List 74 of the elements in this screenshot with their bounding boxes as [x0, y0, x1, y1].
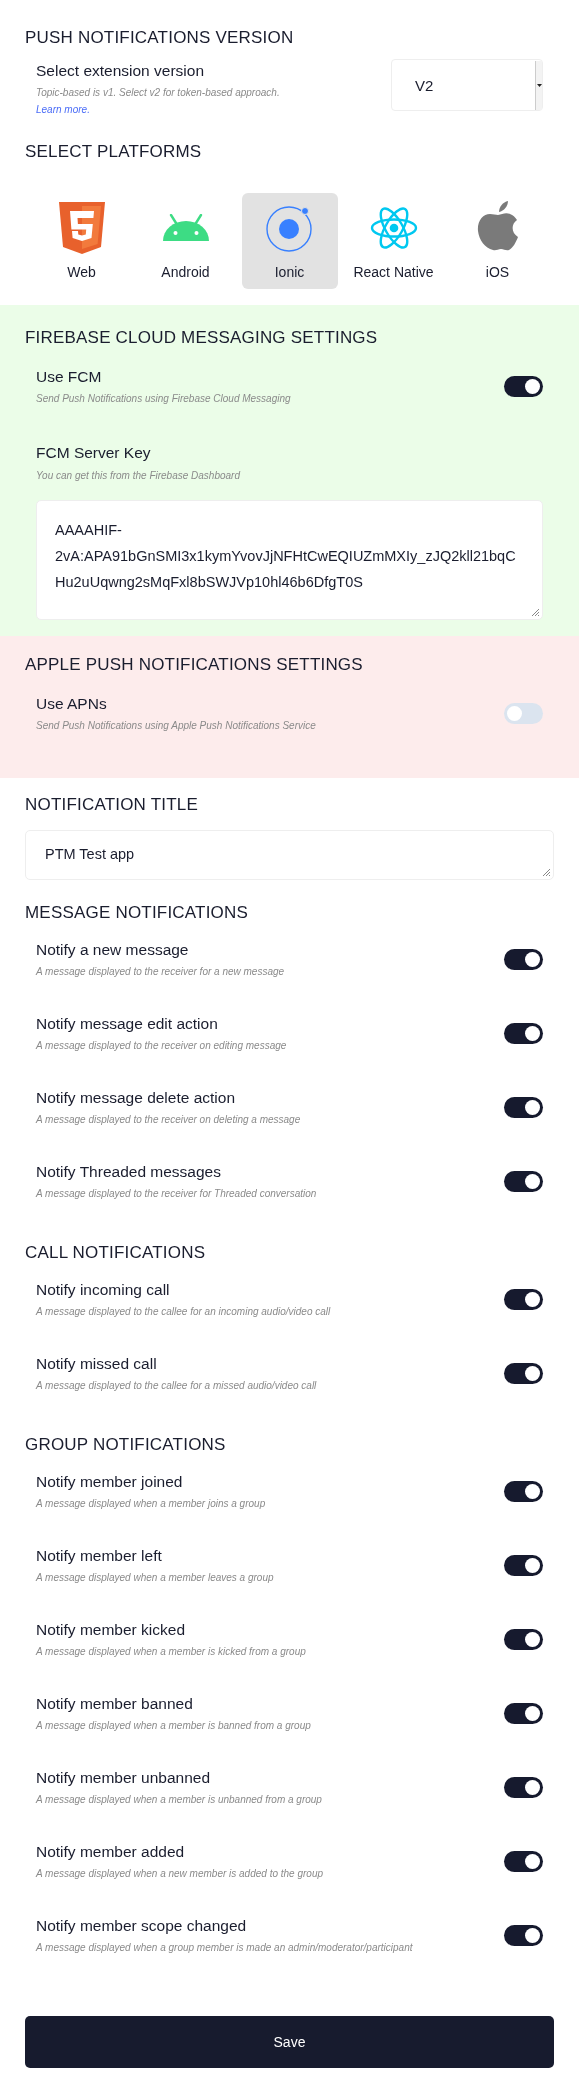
setting-hint: Send Push Notifications using Firebase Cloud Messaging [36, 392, 292, 405]
learn-more-link[interactable]: Learn more. [36, 104, 90, 115]
setting-label: Notify member banned [36, 1694, 194, 1714]
toggle-switch[interactable] [504, 1362, 543, 1384]
toggle-switch[interactable] [504, 948, 543, 970]
setting-hint: A message displayed to the receiver for Threaded conversation [36, 1187, 318, 1200]
section-heading: GROUP NOTIFICATIONS [25, 1434, 227, 1456]
setting-hint: A message displayed when a member is kicked from a group [36, 1645, 307, 1658]
toggle-switch[interactable] [504, 1022, 543, 1044]
toggle-switch[interactable] [504, 1850, 543, 1872]
setting-label: Select extension version [36, 61, 205, 81]
title-field[interactable]: PTM Test app [25, 830, 554, 880]
section-heading: SELECT PLATFORMS [25, 141, 203, 163]
atom-icon [368, 206, 419, 250]
toggle-switch[interactable] [504, 375, 543, 397]
toggle-switch[interactable] [504, 1170, 543, 1192]
save-button[interactable]: Save [25, 2016, 554, 2068]
toggle-switch[interactable] [504, 1628, 543, 1650]
setting-hint: A message displayed to the callee for a missed audio/video call [36, 1379, 318, 1392]
setting-hint: A message displayed when a member joins a group [36, 1497, 267, 1510]
setting-label: Notify message delete action [36, 1088, 237, 1108]
caret-icon [536, 83, 542, 87]
field-hint: You can get this from the Firebase Dashboard [36, 469, 242, 482]
setting-hint: A message displayed when a member is banned from a group [36, 1719, 312, 1732]
toggle-switch[interactable] [504, 1554, 543, 1576]
toggle-switch[interactable] [504, 1288, 543, 1310]
setting-label: Notify member added [36, 1842, 186, 1862]
setting-label: Notify member kicked [36, 1620, 186, 1640]
setting-hint: Topic-based is v1. Select v2 for token-based approach. [36, 86, 281, 99]
setting-hint: A message displayed to the callee for an incoming audio/video call [36, 1305, 332, 1318]
setting-label: Use FCM [36, 367, 103, 387]
resize-handle-icon[interactable] [542, 868, 551, 877]
toggle-switch[interactable] [504, 1702, 543, 1724]
setting-label: Notify Threaded messages [36, 1162, 222, 1182]
platform-tile[interactable]: Android [137, 193, 234, 289]
setting-label: Notify a new message [36, 940, 190, 960]
setting-hint: A message displayed when a new member is added to the group [36, 1867, 325, 1880]
platform-tile[interactable]: Ionic [241, 193, 338, 289]
server-key-field[interactable]: AAAAHIF-2vA:APA91bGnSMI3x1kymYvovJjNFHtCwEQIUZmMXIy_zJQ2kll21bqCHu2uUqwng2sMqFxl8bSWJVp10hl46b6DfgT0S [36, 500, 543, 620]
version-select[interactable]: V2 [391, 59, 543, 111]
setting-hint: A message displayed when a member is unbanned from a group [36, 1793, 323, 1806]
section-heading: FIREBASE CLOUD MESSAGING SETTINGS [25, 327, 379, 349]
section-heading: MESSAGE NOTIFICATIONS [25, 902, 250, 924]
section-heading: APPLE PUSH NOTIFICATIONS SETTINGS [25, 654, 364, 676]
setting-hint: A message displayed when a group member is made an admin/moderator/participant [36, 1941, 414, 1954]
section-heading: PUSH NOTIFICATIONS VERSION [25, 27, 295, 49]
platform-tile[interactable]: React Native [345, 193, 442, 289]
toggle-switch[interactable] [504, 1776, 543, 1798]
toggle-switch[interactable] [504, 702, 543, 724]
toggle-switch[interactable] [504, 1480, 543, 1502]
platform-tile[interactable]: Web [33, 193, 130, 289]
toggle-switch[interactable] [504, 1096, 543, 1118]
setting-label: Notify incoming call [36, 1280, 171, 1300]
setting-hint: Send Push Notifications using Apple Push Notifications Service [36, 719, 317, 732]
section-heading: CALL NOTIFICATIONS [25, 1242, 207, 1264]
setting-label: Notify member left [36, 1546, 163, 1566]
setting-label: Use APNs [36, 694, 108, 714]
setting-label: Notify member unbanned [36, 1768, 212, 1788]
resize-handle-icon[interactable] [531, 608, 540, 617]
setting-label: Notify message edit action [36, 1014, 219, 1034]
toggle-switch[interactable] [504, 1924, 543, 1946]
setting-hint: A message displayed to the receiver on deleting a message [36, 1113, 302, 1126]
setting-hint: A message displayed to the receiver on editing message [36, 1039, 288, 1052]
section-heading: NOTIFICATION TITLE [25, 794, 199, 816]
ionic-icon [264, 203, 315, 253]
setting-hint: A message displayed when a member leaves a group [36, 1571, 275, 1584]
setting-label: Notify member joined [36, 1472, 184, 1492]
setting-label: Notify missed call [36, 1354, 158, 1374]
platform-tile[interactable]: iOS [449, 193, 546, 289]
field-label: FCM Server Key [36, 443, 152, 463]
setting-hint: A message displayed to the receiver for a new message [36, 965, 286, 978]
html5-shield-icon [58, 202, 105, 254]
setting-label: Notify member scope changed [36, 1916, 248, 1936]
android-icon [161, 214, 210, 242]
